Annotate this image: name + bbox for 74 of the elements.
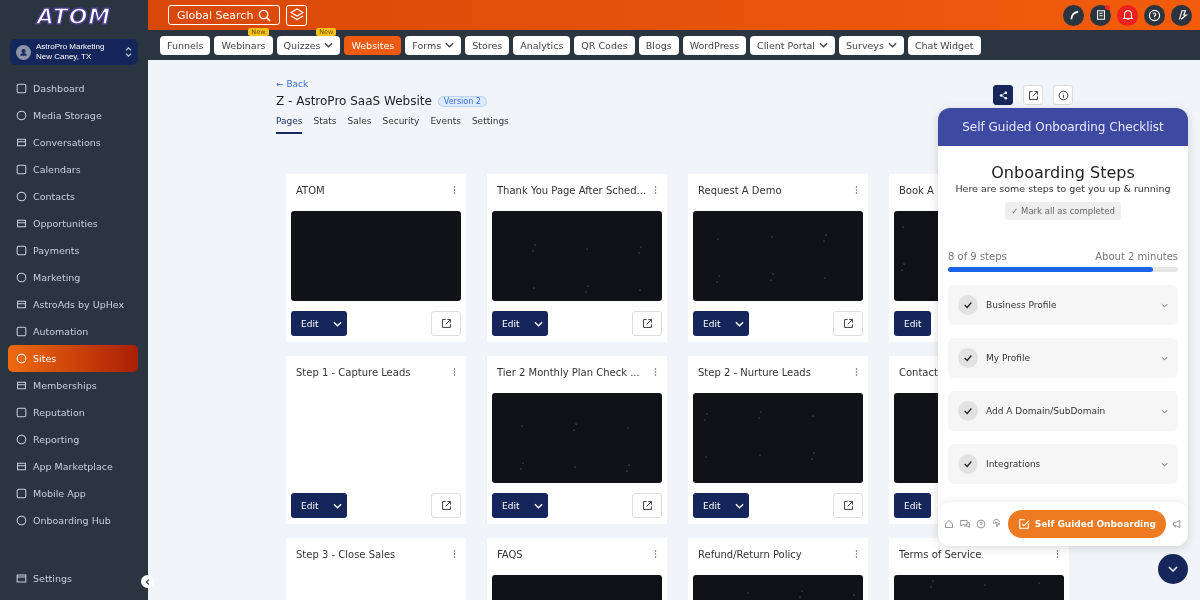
edit-button[interactable]: Edit xyxy=(894,493,931,518)
version-badge: Version 2 xyxy=(437,95,487,107)
sidebar-item[interactable]: Automation xyxy=(8,318,138,345)
account-name: AstroPro Marketing xyxy=(36,42,106,52)
page-title: Book A xyxy=(899,184,934,196)
nav-tab[interactable]: Client Portal xyxy=(750,35,835,55)
nav-tab[interactable]: Quizzes xyxy=(276,35,341,55)
page-title: Thank You Page After Sched... xyxy=(497,184,647,196)
sidebar-item[interactable]: Media Storage xyxy=(8,102,138,129)
checklist-step[interactable]: Add A Domain/SubDomain xyxy=(948,391,1178,431)
page-title: ATOM xyxy=(296,184,325,196)
sidebar-item[interactable]: Reporting xyxy=(8,426,138,453)
edit-button[interactable]: Edit xyxy=(492,493,529,518)
tab[interactable]: Pages xyxy=(276,116,303,134)
sidebar-item[interactable]: Memberships xyxy=(8,372,138,399)
tab[interactable]: Security xyxy=(382,116,420,134)
account-location: New Caney, TX xyxy=(36,52,93,62)
page-title: Request A Demo xyxy=(698,184,782,196)
edit-button[interactable]: Edit xyxy=(492,311,529,336)
global-search-button[interactable]: Global Search xyxy=(168,5,281,25)
sidebar-item[interactable]: Sites xyxy=(8,345,138,372)
page-title: Tier 2 Monthly Plan Check ... xyxy=(497,366,640,378)
sidebar-item[interactable]: Conversations xyxy=(8,129,138,156)
panel-header: Self Guided Onboarding Checklist xyxy=(938,108,1188,146)
nav-tab[interactable]: Blogs xyxy=(638,35,679,55)
time-estimate: About 2 minutes xyxy=(1095,251,1178,262)
page-title: Contact xyxy=(899,366,938,378)
back-link[interactable]: ← Back xyxy=(276,79,309,89)
account-switcher[interactable]: AstroPro Marketing New Caney, TX xyxy=(10,39,138,65)
settings-item[interactable]: Settings xyxy=(8,565,138,592)
sidebar-item[interactable]: Onboarding Hub xyxy=(8,507,138,534)
logo: ATOM xyxy=(36,3,112,31)
sidebar-item[interactable]: Reputation xyxy=(8,399,138,426)
edit-button[interactable]: Edit xyxy=(894,311,931,336)
sidebar-item[interactable]: Dashboard xyxy=(8,75,138,102)
nav-tab[interactable]: Webinars xyxy=(214,35,273,55)
checklist-step[interactable]: Business Profile xyxy=(948,285,1178,325)
page-title: FAQS xyxy=(497,548,523,560)
sidebar-item[interactable]: AstroAds by UpHex xyxy=(8,291,138,318)
panel-title: Onboarding Steps xyxy=(990,163,1136,182)
page-title: Terms of Service xyxy=(899,548,982,560)
tab[interactable]: Events xyxy=(430,116,461,134)
checklist-step[interactable]: Integrations xyxy=(948,444,1178,484)
sidebar-item[interactable]: Contacts xyxy=(8,183,138,210)
panel-subtitle: Here are some steps to get you up & running xyxy=(954,183,1172,194)
checklist-step[interactable]: My Profile xyxy=(948,338,1178,378)
page-title: Step 2 - Nurture Leads xyxy=(698,366,811,378)
sidebar-item[interactable]: Marketing xyxy=(8,264,138,291)
edit-button[interactable]: Edit xyxy=(693,311,730,336)
nav-tab[interactable]: WordPress xyxy=(682,35,747,55)
sidebar-item[interactable]: Calendars xyxy=(8,156,138,183)
nav-tab[interactable]: Surveys xyxy=(838,35,904,55)
page-title: Refund/Return Policy xyxy=(698,548,802,560)
edit-button[interactable]: Edit xyxy=(291,311,328,336)
page-title: Step 3 - Close Sales xyxy=(296,548,396,560)
sidebar-item[interactable]: Opportunities xyxy=(8,210,138,237)
nav-tab[interactable]: Chat Widget xyxy=(907,35,981,55)
nav-tab[interactable]: Forms xyxy=(405,35,462,55)
nav-tab[interactable]: Funnels xyxy=(160,35,211,55)
mark-all-button[interactable]: ✓ Mark all as completed xyxy=(1005,202,1121,220)
sidebar-item[interactable]: App Marketplace xyxy=(8,453,138,480)
edit-button[interactable]: Edit xyxy=(693,493,730,518)
sidebar-item[interactable]: Mobile App xyxy=(8,480,138,507)
tab[interactable]: Settings xyxy=(471,116,509,134)
edit-button[interactable]: Edit xyxy=(291,493,328,518)
nav-tab[interactable]: QR Codes xyxy=(574,35,635,55)
tab[interactable]: Stats xyxy=(313,116,337,134)
page-title: Z - AstroPro SaaS Website xyxy=(276,94,432,108)
nav-tab[interactable]: Stores xyxy=(465,35,510,55)
progress-text: 8 of 9 steps xyxy=(948,251,1007,262)
tab[interactable]: Sales xyxy=(347,116,372,134)
page-title: Step 1 - Capture Leads xyxy=(296,366,411,378)
sidebar-item[interactable]: Payments xyxy=(8,237,138,264)
nav-tab[interactable]: Analytics xyxy=(513,35,571,55)
